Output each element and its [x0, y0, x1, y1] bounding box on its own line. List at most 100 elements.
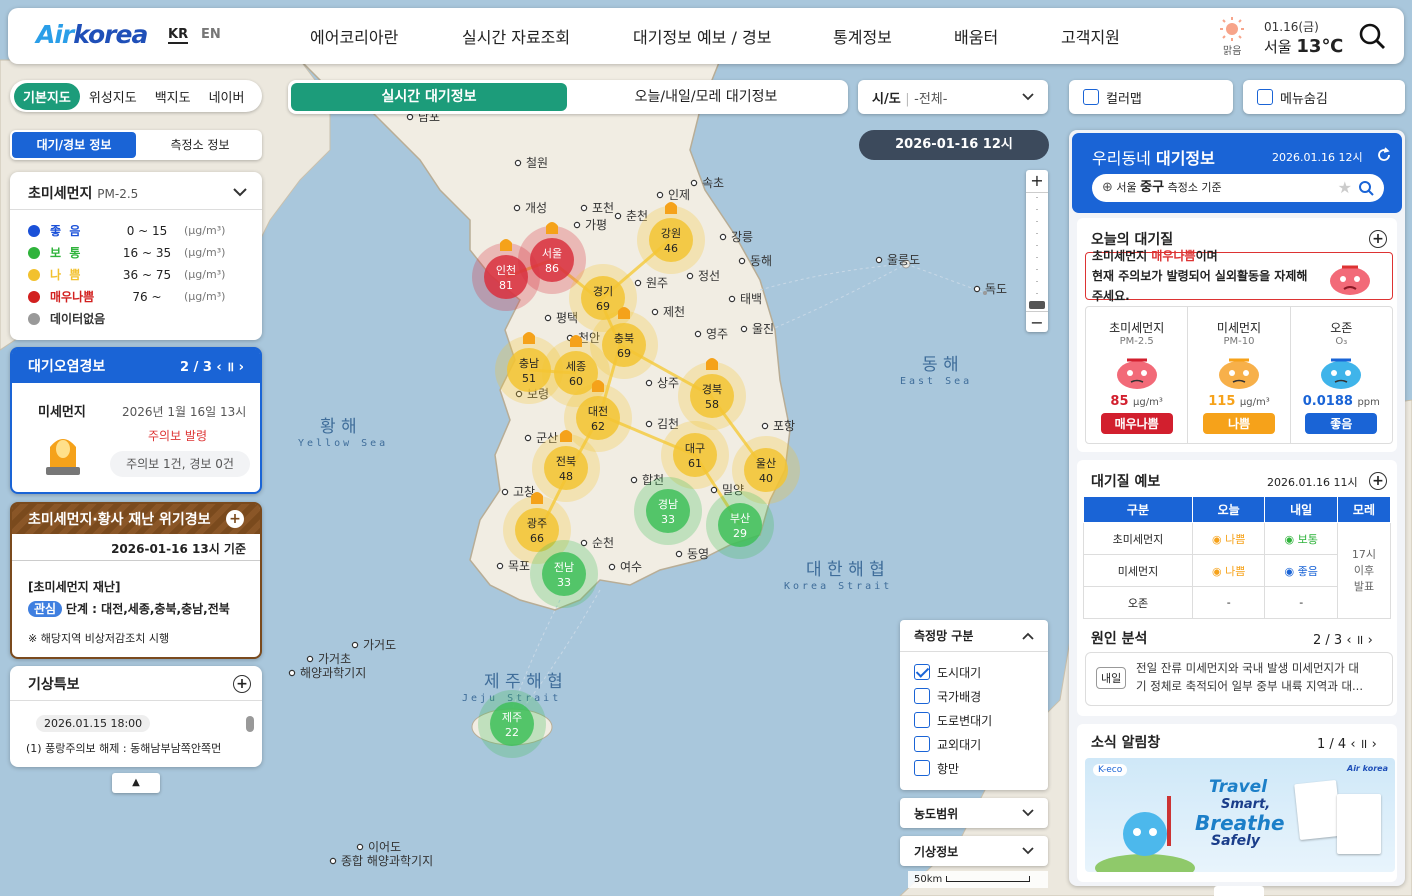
station-circle[interactable]: [744, 448, 788, 492]
city-marker: [690, 179, 698, 187]
station-circle[interactable]: [490, 702, 534, 746]
nav-learning[interactable]: 배움터: [954, 24, 998, 48]
city-marker: [306, 655, 314, 663]
forecast-more-icon[interactable]: +: [1369, 472, 1387, 490]
checkbox-icon[interactable]: [914, 664, 930, 680]
refresh-icon[interactable]: [1376, 147, 1392, 163]
city-marker: [580, 539, 588, 547]
alert-summary: 주의보 1건, 경보 0건: [110, 451, 250, 477]
search-icon[interactable]: [1358, 22, 1386, 50]
checkbox-icon[interactable]: [914, 736, 930, 752]
nav-realtime[interactable]: 실시간 자료조회: [462, 24, 570, 48]
network-item[interactable]: 도시대기: [914, 660, 1034, 684]
city-label: 가거초: [318, 652, 351, 666]
pollutant-label[interactable]: 초미세먼지 PM-2.5: [28, 183, 138, 203]
nav-stats[interactable]: 통계정보: [833, 24, 892, 48]
station-circle[interactable]: [649, 218, 693, 262]
col-header: 오늘: [1191, 496, 1266, 523]
disaster-heading: [초미세먼지 재난]: [28, 580, 121, 594]
tab-air-alert[interactable]: 대기/경보 정보: [12, 132, 136, 158]
scrollbar[interactable]: [246, 704, 254, 760]
city-marker: [738, 257, 746, 265]
city-label: 상주: [657, 376, 679, 390]
station-circle[interactable]: [646, 489, 690, 533]
network-item[interactable]: 도로변대기: [914, 708, 1034, 732]
disaster-more-icon[interactable]: +: [226, 510, 244, 528]
station-value: 46: [664, 242, 678, 255]
checkbox-icon[interactable]: [1083, 89, 1099, 105]
weather-dropdown[interactable]: 기상정보: [900, 836, 1048, 866]
panel-toggle-tab[interactable]: [1214, 886, 1264, 896]
colormap-toggle[interactable]: 컬러맵: [1069, 80, 1233, 114]
cause-pager[interactable]: 2 / 3 ‹ ॥ ›: [1313, 630, 1373, 648]
tab-realtime[interactable]: 실시간 대기정보: [291, 83, 567, 111]
range-dropdown[interactable]: 농도범위: [900, 798, 1048, 828]
level-dot: [28, 312, 40, 325]
hide-menu-toggle[interactable]: 메뉴숨김: [1243, 80, 1405, 114]
logo[interactable]: Airkorea: [36, 20, 148, 49]
station-circle[interactable]: [718, 503, 762, 547]
nav-support[interactable]: 고객지원: [1061, 24, 1120, 48]
lang-kr[interactable]: KR: [168, 27, 189, 44]
pollutant-card[interactable]: 오존 O₃ 0.0188 ppm 좋음: [1291, 307, 1392, 443]
cause-text: 전일 잔류 미세먼지와 국내 발생 미세먼지가 대기 정체로 축적되어 일부 중…: [1136, 661, 1363, 693]
station-circle[interactable]: [690, 374, 734, 418]
map-type-naver[interactable]: 네이버: [200, 83, 254, 110]
pollutant-card[interactable]: 초미세먼지 PM-2.5 85 μg/m³ 매우나쁨: [1086, 307, 1189, 443]
news-pager[interactable]: 1 / 4 ‹ ॥ ›: [1317, 734, 1377, 752]
local-search-box[interactable]: ⊕ 서울 중구 측정소 기준 ★: [1092, 174, 1384, 202]
news-banner[interactable]: K-eco Air korea Travel Smart, Breathe Safel…: [1085, 758, 1395, 872]
zoom-slider[interactable]: [1026, 193, 1048, 311]
map-type-white[interactable]: 백지도: [146, 83, 200, 110]
station-marker[interactable]: 경남 33: [634, 477, 702, 545]
chevron-down-icon[interactable]: [233, 187, 247, 197]
info-tabs: 대기/경보 정보 측정소 정보: [10, 130, 262, 160]
nav-about[interactable]: 에어코리아란: [310, 24, 398, 48]
lang-en[interactable]: EN: [201, 27, 221, 42]
network-item[interactable]: 항만: [914, 756, 1034, 780]
station-circle[interactable]: [542, 552, 586, 596]
station-circle[interactable]: [544, 446, 588, 490]
checkbox-icon[interactable]: [914, 712, 930, 728]
station-marker[interactable]: 전남 33: [530, 540, 598, 608]
map-type-satellite[interactable]: 위성지도: [80, 83, 146, 110]
search-icon[interactable]: [1359, 181, 1374, 196]
station-circle[interactable]: [602, 323, 646, 367]
collapse-panel-button[interactable]: ▲: [112, 773, 160, 793]
city-marker: [634, 279, 642, 287]
station-value: 29: [733, 527, 747, 540]
nav-forecast[interactable]: 대기정보 예보 / 경보: [633, 24, 771, 48]
station-marker[interactable]: 제주 22: [478, 690, 546, 758]
station-marker[interactable]: 부산 29: [706, 491, 774, 559]
city-marker: [875, 256, 883, 264]
tab-daily-forecast[interactable]: 오늘/내일/모레 대기정보: [567, 83, 845, 111]
region-select[interactable]: 시/도 | -전체-: [858, 80, 1048, 114]
chevron-up-icon[interactable]: [1022, 632, 1034, 640]
card-name: 오존: [1330, 321, 1353, 335]
network-item[interactable]: 교외대기: [914, 732, 1034, 756]
alert-pager[interactable]: 2 / 3 ‹ ॥ ›: [180, 357, 244, 375]
pollutant-card[interactable]: 미세먼지 PM-10 115 μg/m³ 나쁨: [1188, 307, 1291, 443]
tab-station[interactable]: 측정소 정보: [138, 130, 262, 160]
zoom-in-button[interactable]: +: [1026, 170, 1048, 193]
station-circle[interactable]: [673, 433, 717, 477]
city-marker: [524, 434, 532, 442]
city-marker: [406, 113, 414, 121]
map-type-basic[interactable]: 기본지도: [14, 82, 80, 110]
checkbox-icon[interactable]: [1257, 89, 1273, 105]
weather-alert-text: (1) 풍랑주의보 해제 : 동해남부남쪽안쪽먼: [26, 742, 222, 755]
star-icon[interactable]: ★: [1338, 174, 1352, 202]
station-circle[interactable]: [530, 238, 574, 282]
divider: [10, 209, 262, 210]
weather-alert-more-icon[interactable]: +: [233, 675, 251, 693]
station-value: 62: [591, 420, 605, 433]
checkbox-icon[interactable]: [914, 688, 930, 704]
zoom-out-button[interactable]: −: [1026, 311, 1048, 334]
station-circle[interactable]: [576, 396, 620, 440]
banner-brand: K-eco: [1093, 764, 1128, 776]
map-type-selector: 기본지도 위성지도 백지도 네이버: [10, 80, 262, 112]
mascot-icon: [1095, 796, 1195, 872]
card-grade: 좋음: [1305, 413, 1378, 434]
network-item[interactable]: 국가배경: [914, 684, 1034, 708]
checkbox-icon[interactable]: [914, 760, 930, 776]
